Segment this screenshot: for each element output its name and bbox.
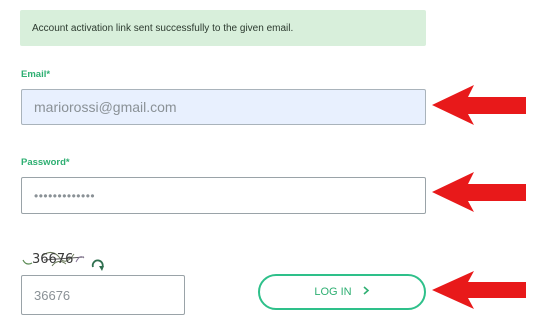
captcha-input-value: 36676 <box>34 287 71 303</box>
annotation-arrow-left-icon <box>432 271 526 309</box>
chevron-right-icon <box>362 286 370 298</box>
annotation-arrow-left-icon <box>432 172 526 212</box>
password-value: ••••••••••••• <box>34 188 96 203</box>
annotation-arrow-left-icon <box>432 85 526 125</box>
email-value: mariorossi@gmail.com <box>34 99 177 115</box>
email-label: Email* <box>21 69 51 80</box>
captcha-text: 36676 <box>32 252 73 267</box>
login-label: LOG IN <box>314 286 352 298</box>
email-field[interactable]: mariorossi@gmail.com <box>21 89 426 125</box>
success-alert: Account activation link sent successfull… <box>20 10 426 46</box>
login-button[interactable]: LOG IN <box>258 274 426 310</box>
captcha-input[interactable]: 36676 <box>21 275 185 315</box>
refresh-icon[interactable] <box>90 256 106 272</box>
password-label: Password* <box>21 157 70 168</box>
password-field[interactable]: ••••••••••••• <box>21 177 426 214</box>
alert-message: Account activation link sent successfull… <box>32 22 294 34</box>
